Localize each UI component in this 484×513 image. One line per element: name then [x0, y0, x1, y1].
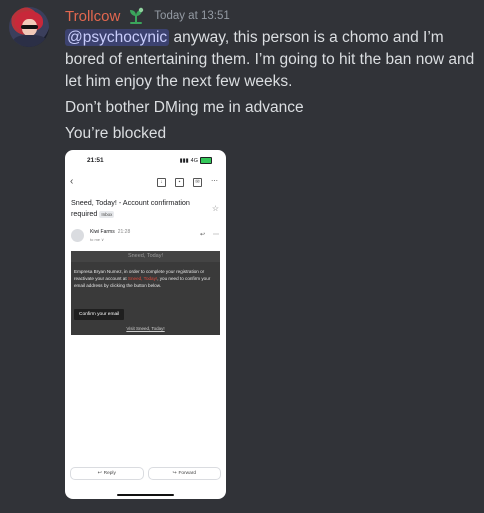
status-indicators: ▮▮▮ 4G [180, 157, 212, 164]
inbox-label: Inbox [99, 210, 115, 218]
star-icon: ☆ [211, 204, 219, 213]
visit-site-link: Visit Sneed, Today! [126, 326, 165, 331]
site-link: Sneed, Today! [127, 276, 158, 281]
network-label: 4G [190, 157, 198, 164]
email-subject-text: Sneed, Today! - Account confirmation req… [71, 198, 190, 218]
reply-icon: ↩ [97, 471, 102, 476]
message-line-2: Don’t bother DMing me in advance [65, 99, 304, 116]
sender-name: Kiwi Farms 21:28 [90, 229, 131, 235]
email-subject: Sneed, Today! - Account confirmation req… [71, 197, 209, 220]
more-icon: ⋯ [211, 178, 218, 185]
user-mention[interactable]: @psychocynic [65, 29, 170, 46]
home-indicator [117, 494, 174, 496]
status-time: 21:51 [87, 157, 104, 164]
sprout-role-icon[interactable] [126, 6, 146, 26]
message-content: @psychocynic anyway, this person is a ch… [65, 27, 475, 145]
signal-icon: ▮▮▮ [179, 157, 189, 164]
sender-recipient: to me ∨ [90, 237, 105, 242]
message-header: Trollcow Today at 13:51 [65, 6, 230, 26]
archive-icon: ↓ [157, 178, 166, 187]
forward-button: ↪ Forward [147, 467, 221, 480]
sender-avatar [71, 229, 84, 242]
email-bottom-actions: ↩ Reply ↪ Forward [70, 467, 221, 480]
sender-row: Kiwi Farms 21:28 to me ∨ ↩ ⋯ [71, 229, 221, 247]
message-timestamp: Today at 13:51 [154, 10, 230, 22]
phone-status-bar: 21:51 ▮▮▮ 4G [65, 150, 226, 170]
reply-icon: ↩ [199, 232, 205, 238]
more-icon: ⋯ [213, 232, 219, 238]
email-title: Sneed, Today! [71, 251, 220, 262]
email-body-card: Sneed, Today! Empresa Bryan Numez, in or… [71, 251, 220, 335]
username[interactable]: Trollcow [65, 8, 120, 25]
user-avatar[interactable] [9, 7, 49, 47]
confirm-email-button: Confirm your email [74, 309, 125, 320]
email-body-text: Empresa Bryan Numez, in order to complet… [74, 269, 211, 288]
battery-icon [200, 157, 212, 164]
forward-icon: ↪ [172, 471, 177, 476]
reply-button: ↩ Reply [70, 467, 144, 480]
sender-time: 21:28 [117, 229, 131, 235]
message-line-3: You’re blocked [65, 125, 167, 142]
image-attachment[interactable]: 21:51 ▮▮▮ 4G ‹ ↓ ▪ ✉ ⋯ Sneed, Today! - A… [65, 150, 226, 499]
mail-icon: ✉ [193, 178, 202, 187]
email-toolbar: ‹ ↓ ▪ ✉ ⋯ [65, 176, 226, 190]
trash-icon: ▪ [175, 178, 184, 187]
arrow-left-icon: ‹ [70, 176, 74, 187]
message-line-1: @psychocynic anyway, this person is a ch… [65, 27, 475, 93]
